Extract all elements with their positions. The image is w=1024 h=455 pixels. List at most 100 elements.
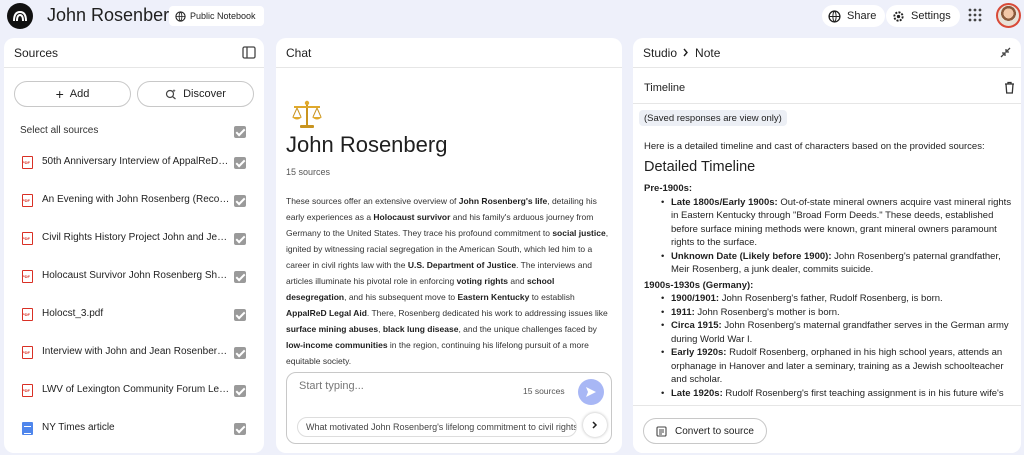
sources-title: Sources — [14, 45, 59, 60]
notebook-title[interactable]: John Rosenberg — [47, 5, 179, 26]
chat-input[interactable]: Start typing... — [299, 380, 364, 392]
source-checkbox[interactable] — [234, 233, 246, 245]
timeline-entry: Late 1920s: Rudolf Rosenberg's first tea… — [661, 387, 1014, 401]
top-bar: John Rosenberg Public Notebook Share Set… — [0, 0, 1024, 34]
globe-icon — [175, 10, 186, 22]
user-avatar[interactable] — [996, 3, 1021, 28]
source-item[interactable]: Holocst_3.pdf — [4, 302, 264, 340]
source-name: 50th Anniversary Interview of AppalReD L… — [42, 156, 230, 167]
era-heading: Pre-1900s: — [644, 183, 693, 194]
pdf-file-icon — [22, 270, 33, 283]
gear-icon — [893, 10, 904, 22]
source-checkbox[interactable] — [234, 423, 246, 435]
public-notebook-badge: Public Notebook — [169, 6, 264, 26]
timeline-entry: Early 1920s: Rudolf Rosenberg, orphaned … — [661, 346, 1014, 387]
add-label: Add — [69, 88, 90, 100]
next-suggestion-button[interactable] — [583, 413, 607, 437]
chat-source-count: 15 sources — [286, 167, 331, 177]
pdf-file-icon — [22, 232, 33, 245]
timeline-list: Late 1800s/Early 1900s: Out-of-state min… — [644, 196, 1014, 277]
timeline-entry: Unknown Date (Likely before 1900): John … — [661, 250, 1014, 277]
note-intro: Here is a detailed timeline and cast of … — [644, 141, 985, 152]
note-footer: Convert to source — [633, 405, 1021, 453]
chat-composer: Start typing... 15 sources What motivate… — [286, 372, 612, 444]
source-item[interactable]: An Evening with John Rosenberg (Recorded… — [4, 188, 264, 226]
sources-panel: Sources + Add Discover Select all source… — [4, 38, 264, 453]
convert-to-source-button[interactable]: Convert to source — [643, 418, 767, 444]
composer-source-count: 15 sources — [523, 386, 565, 396]
discover-search-icon — [165, 89, 176, 100]
select-all-checkbox[interactable] — [234, 126, 246, 138]
era-heading: 1900s-1930s (Germany): — [644, 279, 754, 291]
settings-label: Settings — [911, 10, 951, 22]
source-name: NY Times article — [42, 422, 115, 433]
source-name: Interview with John and Jean Rosenberg, … — [42, 346, 230, 357]
timeline-entry: 1911: John Rosenberg's mother is born. — [661, 306, 1014, 320]
note-content: Here is a detailed timeline and cast of … — [644, 140, 1014, 402]
source-name: LWV of Lexington Community Forum Leader.… — [42, 384, 230, 395]
view-only-notice: (Saved responses are view only) — [639, 110, 787, 126]
source-checkbox[interactable] — [234, 385, 246, 397]
studio-panel: Studio Note Timeline (Saved responses ar… — [633, 38, 1021, 453]
source-checkbox[interactable] — [234, 195, 246, 207]
discover-label: Discover — [183, 88, 226, 100]
source-item[interactable]: Interview with John and Jean Rosenberg, … — [4, 340, 264, 378]
chevron-right-icon — [592, 421, 598, 429]
collapse-note-icon[interactable] — [1000, 47, 1011, 58]
chevron-right-icon — [683, 48, 688, 57]
breadcrumb-studio[interactable]: Studio — [643, 46, 677, 60]
plus-icon: + — [55, 86, 64, 102]
source-item[interactable]: 50th Anniversary Interview of AppalReD L… — [4, 150, 264, 188]
source-checkbox[interactable] — [234, 271, 246, 283]
send-button[interactable] — [578, 379, 604, 405]
source-item[interactable]: NY Times article — [4, 416, 264, 453]
notebook-summary: These sources offer an extensive overvie… — [286, 196, 609, 366]
source-name: Holocaust Survivor John Rosenberg Shares… — [42, 270, 230, 281]
timeline-entry: 1900/1901: John Rosenberg's father, Rudo… — [661, 292, 1014, 306]
sources-header: Sources — [4, 38, 264, 68]
timeline-list: 1900/1901: John Rosenberg's father, Rudo… — [644, 292, 1014, 400]
source-item[interactable]: Holocaust Survivor John Rosenberg Shares… — [4, 264, 264, 302]
apps-grid-icon[interactable] — [968, 8, 982, 22]
pdf-file-icon — [22, 384, 33, 397]
suggested-question[interactable]: What motivated John Rosenberg's lifelong… — [297, 417, 577, 437]
source-item[interactable]: Civil Rights History Project John and Je… — [4, 226, 264, 264]
add-source-button[interactable]: + Add — [14, 81, 131, 107]
document-file-icon — [22, 422, 33, 435]
settings-button[interactable]: Settings — [886, 5, 960, 27]
chat-title: Chat — [286, 45, 312, 60]
pdf-file-icon — [22, 346, 33, 359]
convert-source-icon — [656, 425, 667, 437]
divider — [633, 103, 1021, 104]
public-notebook-label: Public Notebook — [190, 11, 256, 21]
chat-panel: Chat John Rosenberg 15 sources These sou… — [276, 38, 622, 453]
source-checkbox[interactable] — [234, 309, 246, 321]
source-name: Civil Rights History Project John and Je… — [42, 232, 230, 243]
pdf-file-icon — [22, 308, 33, 321]
source-checkbox[interactable] — [234, 347, 246, 359]
breadcrumb-note: Note — [695, 45, 721, 60]
chat-heading: John Rosenberg — [286, 132, 448, 157]
studio-header: Studio Note — [633, 38, 1021, 68]
timeline-entry: Circa 1915: John Rosenberg's maternal gr… — [661, 319, 1014, 346]
source-name: Holocst_3.pdf — [42, 308, 104, 319]
notebooklm-logo-icon[interactable] — [7, 3, 33, 29]
discover-sources-button[interactable]: Discover — [137, 81, 254, 107]
select-all-label: Select all sources — [20, 125, 99, 136]
timeline-entry: Late 1800s/Early 1900s: Out-of-state min… — [661, 196, 1014, 250]
source-item[interactable]: LWV of Lexington Community Forum Leader.… — [4, 378, 264, 416]
collapse-panel-icon[interactable] — [242, 46, 256, 59]
trash-icon[interactable] — [1004, 81, 1015, 94]
pdf-file-icon — [22, 194, 33, 207]
share-button[interactable]: Share — [822, 5, 886, 27]
source-checkbox[interactable] — [234, 157, 246, 169]
source-list: 50th Anniversary Interview of AppalReD L… — [4, 150, 264, 453]
share-label: Share — [847, 10, 877, 22]
note-heading: Detailed Timeline — [644, 158, 756, 175]
send-arrow-icon — [586, 387, 596, 397]
note-title: Timeline — [644, 82, 686, 94]
pdf-file-icon — [22, 156, 33, 169]
chat-header: Chat — [276, 38, 622, 68]
source-name: An Evening with John Rosenberg (Recorded… — [42, 194, 230, 205]
convert-label: Convert to source — [675, 425, 754, 437]
